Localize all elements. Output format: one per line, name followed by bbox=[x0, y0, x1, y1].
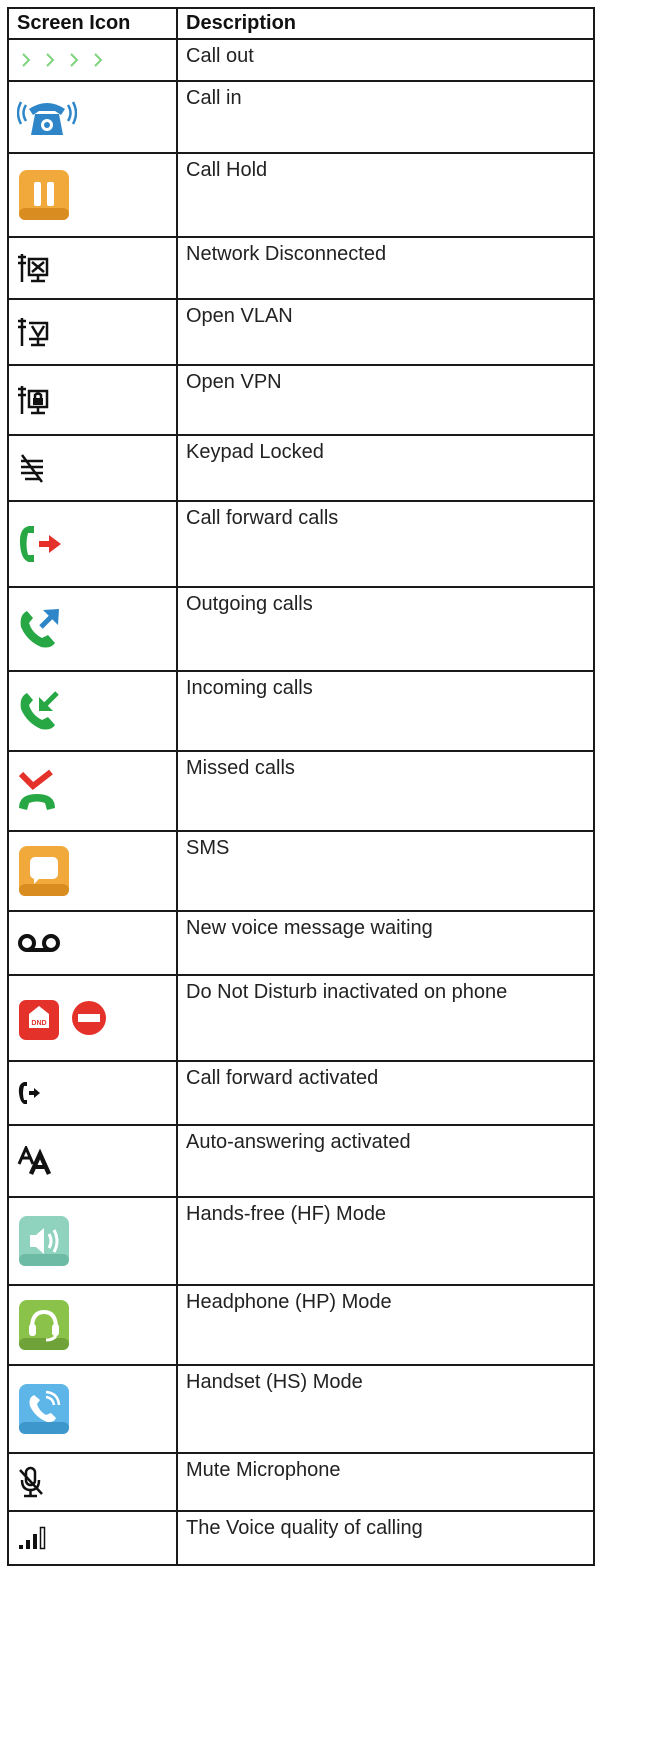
svg-text:DND: DND bbox=[31, 1020, 46, 1027]
network-disconnected-icon bbox=[18, 254, 49, 283]
table-row: Call in bbox=[7, 80, 595, 154]
row-description: Handset (HS) Mode bbox=[176, 1364, 595, 1454]
table-row: Call out bbox=[7, 38, 595, 82]
sms-icon bbox=[19, 846, 69, 896]
table-row: Open VLAN bbox=[7, 298, 595, 366]
call-forward-calls-icon bbox=[19, 526, 61, 562]
call-forward-activated-icon bbox=[18, 1082, 40, 1104]
incoming-call-icon bbox=[20, 691, 59, 730]
row-description: Incoming calls bbox=[176, 670, 595, 752]
table-row: Mute Microphone bbox=[7, 1452, 595, 1512]
row-description: Open VLAN bbox=[176, 298, 595, 366]
row-description: Call forward activated bbox=[176, 1060, 595, 1126]
row-description: Open VPN bbox=[176, 364, 595, 436]
table-row: DND Do Not Disturb inactivated on phone bbox=[7, 974, 595, 1062]
table-row: Open VPN bbox=[7, 364, 595, 436]
row-description: The Voice quality of calling bbox=[176, 1510, 595, 1566]
table-header-row: Screen Icon Description bbox=[7, 7, 595, 40]
table-row: Call forward activated bbox=[7, 1060, 595, 1126]
row-description: Keypad Locked bbox=[176, 434, 595, 502]
table-row: Network Disconnected bbox=[7, 236, 595, 300]
row-description: New voice message waiting bbox=[176, 910, 595, 976]
table-row: Headphone (HP) Mode bbox=[7, 1284, 595, 1366]
row-description: Call in bbox=[176, 80, 595, 154]
vpn-lock-icon bbox=[18, 386, 49, 415]
table-row: SMS bbox=[7, 830, 595, 912]
table-row: Call forward calls bbox=[7, 500, 595, 588]
table-row: Auto-answering activated bbox=[7, 1124, 595, 1198]
call-hold-pause-icon bbox=[19, 170, 69, 220]
row-description: Hands-free (HF) Mode bbox=[176, 1196, 595, 1286]
row-description: Call out bbox=[176, 38, 595, 82]
keypad-locked-icon bbox=[20, 454, 44, 483]
dnd-icon: DND bbox=[19, 1000, 106, 1040]
row-description: Auto-answering activated bbox=[176, 1124, 595, 1198]
signal-quality-icon bbox=[19, 1526, 46, 1550]
row-description: Missed calls bbox=[176, 750, 595, 832]
headphone-icon bbox=[19, 1300, 69, 1350]
handset-icon bbox=[19, 1384, 69, 1434]
table-row: The Voice quality of calling bbox=[7, 1510, 595, 1566]
row-description: Mute Microphone bbox=[176, 1452, 595, 1512]
table-row: New voice message waiting bbox=[7, 910, 595, 976]
row-description: Network Disconnected bbox=[176, 236, 595, 300]
voicemail-icon bbox=[18, 934, 60, 952]
icon-legend-table: Screen Icon Description Call out Call in… bbox=[7, 7, 595, 1566]
row-description: Outgoing calls bbox=[176, 586, 595, 672]
row-description: Headphone (HP) Mode bbox=[176, 1284, 595, 1366]
hands-free-speaker-icon bbox=[19, 1216, 69, 1266]
call-in-phone-icon bbox=[17, 101, 77, 135]
auto-answer-icon bbox=[17, 1146, 52, 1175]
call-out-arrows-icon bbox=[22, 53, 103, 67]
vlan-icon bbox=[18, 318, 49, 347]
table-row: Hands-free (HF) Mode bbox=[7, 1196, 595, 1286]
table-row: Incoming calls bbox=[7, 670, 595, 752]
row-description: Call Hold bbox=[176, 152, 595, 238]
table-row: Keypad Locked bbox=[7, 434, 595, 502]
mute-microphone-icon bbox=[19, 1466, 43, 1498]
header-description: Description bbox=[176, 7, 595, 40]
row-description: SMS bbox=[176, 830, 595, 912]
table-row: Outgoing calls bbox=[7, 586, 595, 672]
table-row: Missed calls bbox=[7, 750, 595, 832]
row-description: Call forward calls bbox=[176, 500, 595, 588]
outgoing-call-icon bbox=[20, 609, 59, 648]
table-row: Handset (HS) Mode bbox=[7, 1364, 595, 1454]
header-screen-icon: Screen Icon bbox=[7, 7, 178, 40]
table-row: Call Hold bbox=[7, 152, 595, 238]
missed-call-icon bbox=[18, 769, 55, 810]
row-description: Do Not Disturb inactivated on phone bbox=[176, 974, 595, 1062]
